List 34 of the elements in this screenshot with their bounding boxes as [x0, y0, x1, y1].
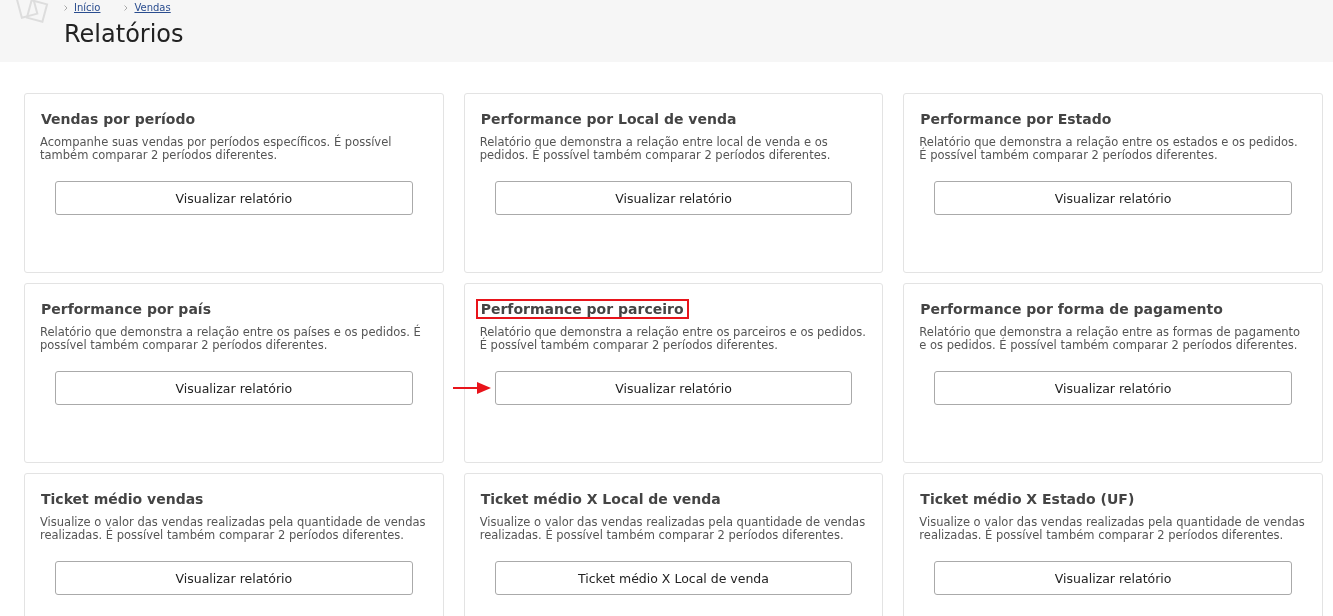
- breadcrumb-link[interactable]: Início: [74, 2, 101, 14]
- report-title: Performance por Local de venda: [479, 110, 738, 129]
- report-description: Relatório que demonstra a relação entre os países e os pedidos. É possível também comparar 2 períodos diferentes.: [40, 326, 422, 352]
- report-title: Performance por parceiro: [475, 299, 689, 319]
- view-report-button[interactable]: Visualizar relatório: [55, 561, 413, 595]
- report-description: Relatório que demonstra a relação entre local de venda e os pedidos. É possível também comparar 2 períodos diferentes.: [479, 136, 832, 162]
- view-report-button[interactable]: Visualizar relatório: [934, 561, 1292, 595]
- arrow-icon: [452, 382, 491, 394]
- report-title: Ticket médio X Estado (UF): [919, 490, 1136, 509]
- report-title: Ticket médio X Local de venda: [479, 490, 722, 509]
- view-report-button[interactable]: Visualizar relatório: [934, 181, 1292, 215]
- chevron-icon: [64, 5, 68, 11]
- report-description: Relatório que demonstra a relação entre as formas de pagamento e os pedidos. É possível também comparar 2 períodos diferentes.: [919, 326, 1302, 352]
- view-report-button[interactable]: Visualizar relatório: [494, 371, 853, 405]
- report-description: Visualize o valor das vendas realizadas pela quantidade de vendas realizadas. É possível também comparar 2 períodos diferentes.: [479, 516, 867, 542]
- report-description: Visualize o valor das vendas realizadas pela quantidade de vendas realizadas. É possível também comparar 2 períodos diferentes.: [40, 516, 427, 542]
- report-title: Vendas por período: [40, 110, 197, 129]
- view-report-button[interactable]: Visualizar relatório: [934, 371, 1292, 405]
- report-description: Visualize o valor das vendas realizadas pela quantidade de vendas realizadas. É possível também comparar 2 períodos diferentes.: [919, 516, 1306, 542]
- report-description: Relatório que demonstra a relação entre os parceiros e os pedidos. É possível também comparar 2 períodos diferentes.: [479, 326, 867, 352]
- report-title: Performance por forma de pagamento: [919, 300, 1224, 319]
- view-report-button[interactable]: Visualizar relatório: [55, 181, 413, 215]
- page-title: Relatórios: [64, 19, 185, 50]
- chevron-icon: [124, 5, 129, 11]
- report-description: Relatório que demonstra a relação entre os estados e os pedidos. É possível também comparar 2 períodos diferentes.: [919, 136, 1299, 162]
- report-description: Acompanhe suas vendas por períodos específicos. É possível também comparar 2 períodos diferentes.: [40, 136, 393, 162]
- report-title: Performance por país: [40, 300, 212, 319]
- view-report-button[interactable]: Visualizar relatório: [494, 181, 853, 215]
- breadcrumb-link[interactable]: Vendas: [134, 2, 171, 14]
- pages-icon: [16, 0, 50, 24]
- report-title: Performance por Estado: [919, 110, 1113, 129]
- report-title: Ticket médio vendas: [40, 490, 205, 509]
- view-report-button[interactable]: Ticket médio X Local de venda: [494, 561, 853, 595]
- view-report-button[interactable]: Visualizar relatório: [55, 371, 413, 405]
